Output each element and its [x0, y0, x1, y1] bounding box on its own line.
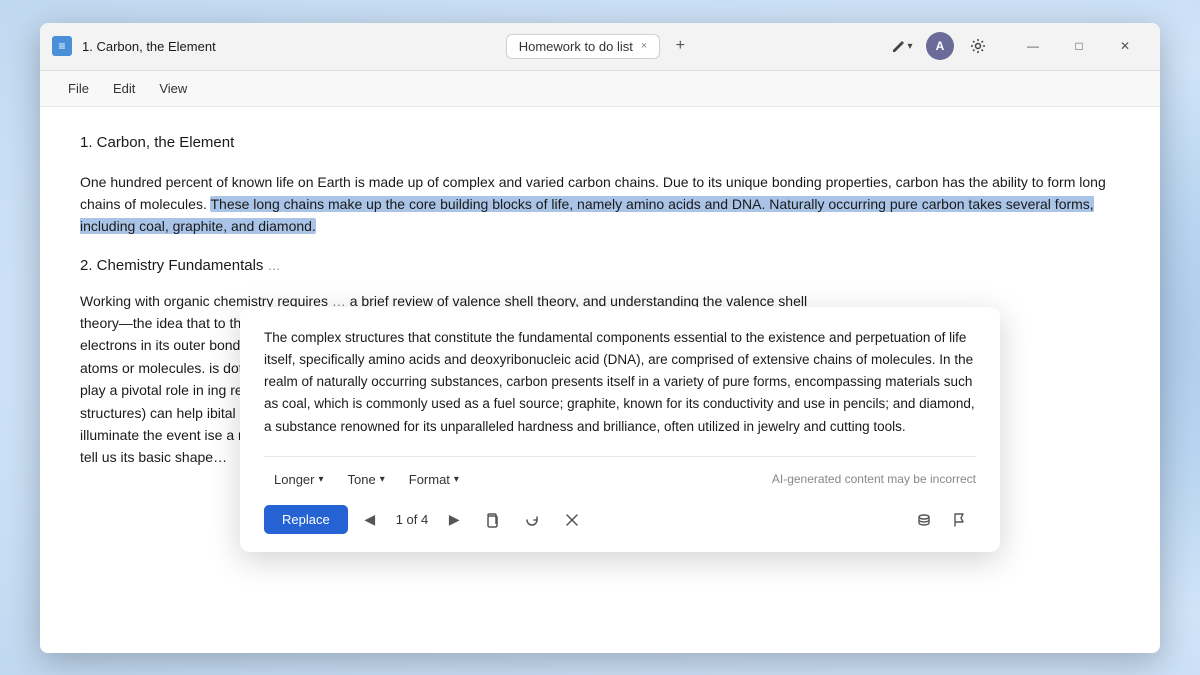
- menu-items: File Edit View: [56, 77, 199, 100]
- user-avatar[interactable]: A: [926, 32, 954, 60]
- stack-icon-btn[interactable]: [908, 504, 940, 536]
- close-popup-btn[interactable]: [556, 504, 588, 536]
- section2-heading: 2. Chemistry Fundamentals …: [80, 254, 1120, 278]
- nav-next-btn[interactable]: ▶: [440, 506, 468, 534]
- app-window: 1. Carbon, the Element Homework to do li…: [40, 23, 1160, 653]
- menu-view[interactable]: View: [147, 77, 199, 100]
- ai-toolbar-left: Longer ▾ Tone ▾ Format ▾: [264, 467, 469, 492]
- format-chevron-icon: ▾: [454, 474, 459, 485]
- ai-popup: The complex structures that constitute t…: [240, 307, 1000, 552]
- app-icon: [52, 36, 72, 56]
- settings-btn[interactable]: [962, 30, 994, 62]
- tab-add-btn[interactable]: +: [666, 32, 694, 60]
- copy-btn[interactable]: [476, 504, 508, 536]
- format-dropdown[interactable]: Format ▾: [399, 467, 469, 492]
- ai-popup-toolbar: Longer ▾ Tone ▾ Format ▾ AI-generated co…: [264, 456, 976, 492]
- menu-edit[interactable]: Edit: [101, 77, 147, 100]
- title-bar-left: 1. Carbon, the Element: [52, 36, 506, 56]
- format-label: Format: [409, 472, 450, 487]
- nav-prev-btn[interactable]: ◀: [356, 506, 384, 534]
- doc-para-1: One hundred percent of known life on Ear…: [80, 171, 1120, 238]
- nav-counter: 1 of 4: [392, 512, 433, 527]
- content-area: 1. Carbon, the Element One hundred perce…: [40, 107, 1160, 653]
- longer-label: Longer: [274, 472, 314, 487]
- menu-bar: File Edit View: [40, 71, 1160, 107]
- menu-file[interactable]: File: [56, 77, 101, 100]
- title-bar: 1. Carbon, the Element Homework to do li…: [40, 23, 1160, 71]
- close-btn[interactable]: ✕: [1102, 30, 1148, 62]
- tab-close-btn[interactable]: ×: [641, 40, 647, 52]
- minimize-btn[interactable]: —: [1010, 30, 1056, 62]
- longer-dropdown[interactable]: Longer ▾: [264, 467, 334, 492]
- ai-actions-right: [908, 504, 976, 536]
- ai-popup-text: The complex structures that constitute t…: [264, 327, 976, 438]
- replace-button[interactable]: Replace: [264, 505, 348, 534]
- flag-icon-btn[interactable]: [944, 504, 976, 536]
- longer-chevron-icon: ▾: [318, 474, 323, 485]
- title-bar-center: Homework to do list × +: [506, 32, 695, 60]
- tone-label: Tone: [348, 472, 376, 487]
- pen-tool-btn[interactable]: ▾: [886, 30, 918, 62]
- tab-homework[interactable]: Homework to do list ×: [506, 34, 661, 59]
- doc-title: 1. Carbon, the Element: [80, 131, 1120, 155]
- para1-highlight: These long chains make up the core build…: [80, 196, 1094, 234]
- tab-label: Homework to do list: [519, 39, 633, 54]
- window-title: 1. Carbon, the Element: [82, 39, 216, 54]
- ai-popup-actions: Replace ◀ 1 of 4 ▶: [264, 494, 976, 536]
- maximize-btn[interactable]: □: [1056, 30, 1102, 62]
- ai-disclaimer: AI-generated content may be incorrect: [772, 472, 976, 486]
- tone-chevron-icon: ▾: [380, 474, 385, 485]
- window-controls: — □ ✕: [1010, 30, 1148, 62]
- refresh-btn[interactable]: [516, 504, 548, 536]
- title-bar-right: ▾ A — □ ✕: [694, 30, 1148, 62]
- tone-dropdown[interactable]: Tone ▾: [338, 467, 395, 492]
